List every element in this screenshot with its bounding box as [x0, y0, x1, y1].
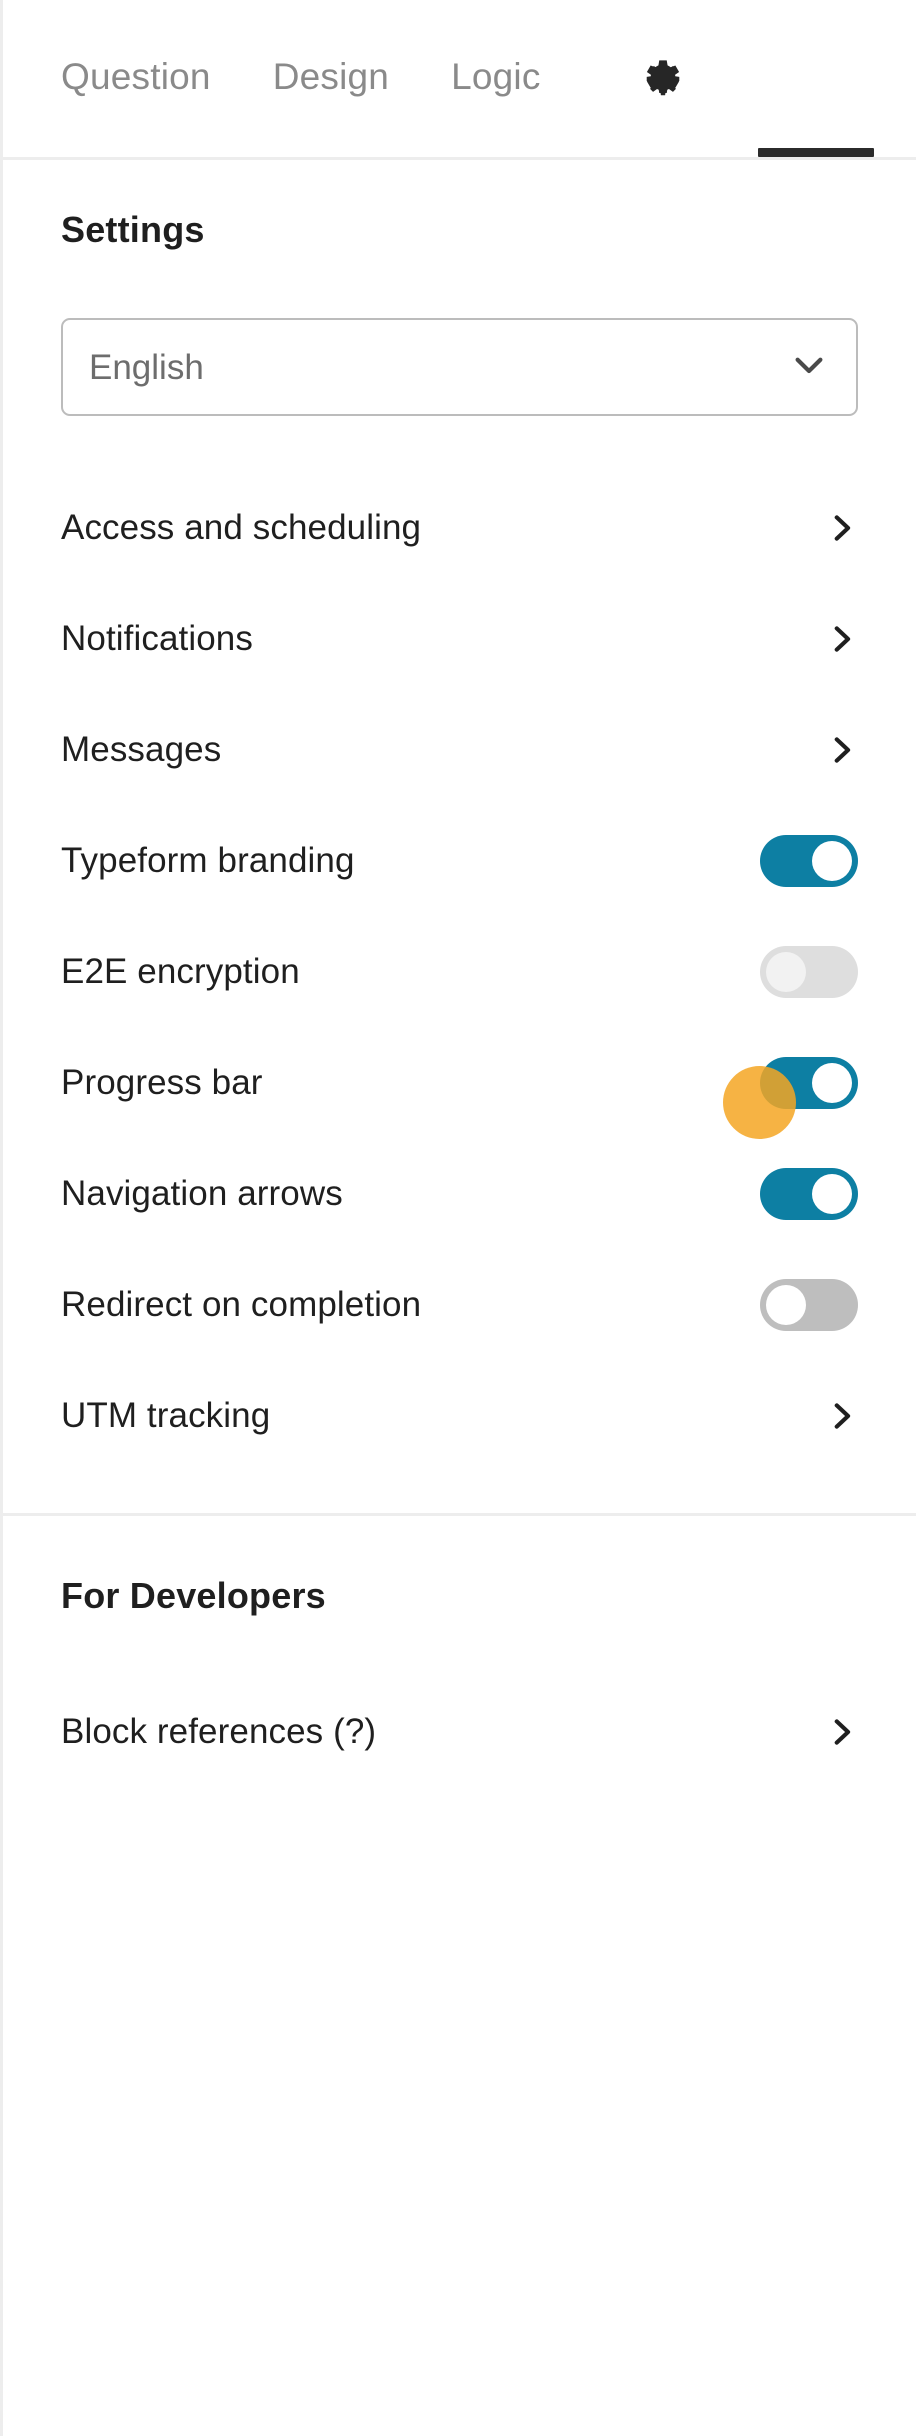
tab-question[interactable]: Question — [61, 58, 211, 99]
language-select[interactable]: English — [61, 318, 858, 416]
chevron-right-icon — [818, 619, 858, 659]
row-block-references[interactable]: Block references (?) — [61, 1676, 858, 1787]
chevron-down-icon — [788, 344, 830, 391]
toggle-knob — [812, 840, 852, 881]
chevron-right-icon — [818, 508, 858, 548]
row-label: Typeform branding — [61, 841, 355, 880]
toggle-knob — [766, 1284, 806, 1325]
toggle-knob — [812, 1173, 852, 1214]
tab-bar: Question Design Logic — [3, 0, 916, 160]
toggle-progress-bar[interactable] — [760, 1056, 858, 1109]
row-utm-tracking[interactable]: UTM tracking — [61, 1360, 858, 1471]
chevron-right-icon — [818, 730, 858, 770]
settings-panel: Question Design Logic Settings English A… — [0, 0, 916, 2436]
developers-section: For Developers Block references (?) — [3, 1516, 916, 1787]
row-label: Messages — [61, 730, 222, 769]
row-redirect-on-completion[interactable]: Redirect on completion — [61, 1249, 858, 1360]
gear-icon — [635, 51, 691, 107]
toggle-knob — [766, 951, 806, 992]
chevron-right-icon — [818, 1712, 858, 1752]
row-notifications[interactable]: Notifications — [61, 583, 858, 694]
row-typeform-branding[interactable]: Typeform branding — [61, 805, 858, 916]
toggle-navigation-arrows[interactable] — [760, 1167, 858, 1220]
row-access-and-scheduling[interactable]: Access and scheduling — [61, 472, 858, 583]
language-select-value: English — [89, 347, 204, 387]
row-label: Notifications — [61, 619, 253, 658]
active-tab-indicator — [758, 148, 874, 157]
row-progress-bar[interactable]: Progress bar — [61, 1027, 858, 1139]
row-label: Navigation arrows — [61, 1174, 343, 1213]
row-label: UTM tracking — [61, 1396, 271, 1435]
toggle-redirect-on-completion[interactable] — [760, 1278, 858, 1331]
row-navigation-arrows[interactable]: Navigation arrows — [61, 1138, 858, 1249]
page-title: Settings — [61, 209, 205, 250]
row-label: Block references (?) — [61, 1712, 377, 1751]
toggle-e2e-encryption[interactable] — [760, 945, 858, 998]
settings-section: Settings English Access and scheduling N… — [3, 160, 916, 1513]
row-messages[interactable]: Messages — [61, 694, 858, 805]
row-label: Redirect on completion — [61, 1285, 422, 1324]
developers-title: For Developers — [61, 1575, 326, 1616]
row-e2e-encryption[interactable]: E2E encryption — [61, 916, 858, 1027]
row-label: Progress bar — [61, 1063, 263, 1102]
row-label: E2E encryption — [61, 952, 300, 991]
toggle-knob — [812, 1062, 852, 1103]
tab-settings[interactable] — [603, 20, 723, 138]
tab-design[interactable]: Design — [273, 58, 389, 99]
toggle-typeform-branding[interactable] — [760, 834, 858, 887]
row-label: Access and scheduling — [61, 508, 422, 547]
chevron-right-icon — [818, 1396, 858, 1436]
tab-logic[interactable]: Logic — [451, 58, 540, 99]
